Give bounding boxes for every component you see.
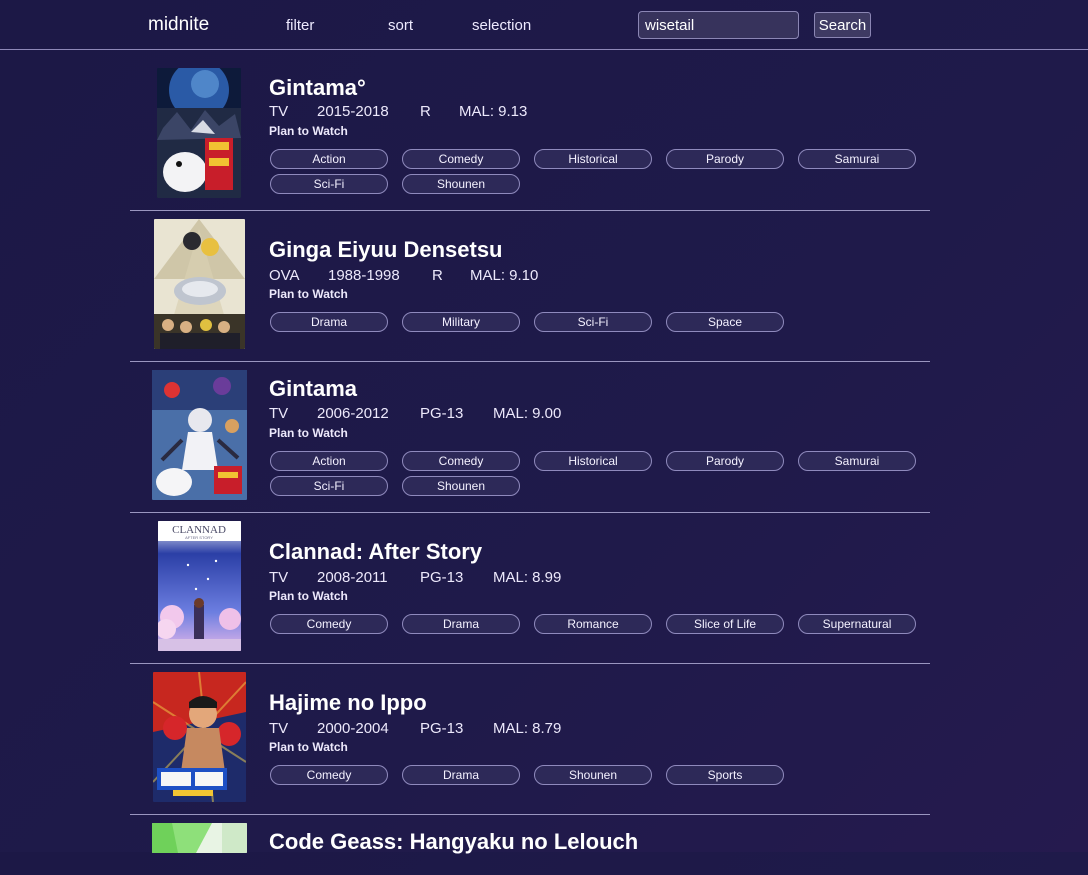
genre-tag[interactable]: Action (270, 149, 388, 169)
genre-tag[interactable]: Action (270, 451, 388, 471)
anime-mal-score: MAL: 8.79 (493, 720, 562, 737)
anime-type: TV (269, 405, 289, 422)
nav-filter[interactable]: filter (286, 17, 314, 34)
genre-tags: Action Comedy Historical Parody Samurai … (270, 149, 930, 195)
watch-status: Plan to Watch (269, 740, 348, 754)
anime-title[interactable]: Clannad: After Story (269, 539, 482, 565)
anime-rating: PG-13 (420, 405, 464, 422)
list-item[interactable]: Gintama° TV 2015-2018 R MAL: 9.13 Plan t… (130, 51, 930, 211)
search-button[interactable]: Search (814, 12, 871, 38)
genre-tag[interactable]: Samurai (798, 149, 916, 169)
poster-image[interactable] (154, 219, 245, 349)
anime-years: 1988-1998 (328, 267, 400, 284)
poster-image[interactable] (157, 68, 241, 198)
list-item[interactable]: Hajime no Ippo TV 2000-2004 PG-13 MAL: 8… (130, 664, 930, 815)
genre-tag[interactable]: Drama (270, 312, 388, 332)
anime-mal-score: MAL: 9.00 (493, 405, 562, 422)
genre-tag[interactable]: Parody (666, 451, 784, 471)
anime-type: TV (269, 720, 289, 737)
genre-tag[interactable]: Historical (534, 451, 652, 471)
anime-type: OVA (269, 267, 300, 284)
anime-mal-score: MAL: 9.13 (459, 103, 528, 120)
genre-tags: Drama Military Sci-Fi Space (270, 312, 930, 333)
genre-tag[interactable]: Parody (666, 149, 784, 169)
anime-meta: TV 2008-2011 PG-13 MAL: 8.99 (269, 569, 669, 589)
anime-mal-score: MAL: 9.10 (470, 267, 539, 284)
genre-tag[interactable]: Sci-Fi (270, 174, 388, 194)
anime-years: 2008-2011 (317, 569, 388, 586)
anime-list: Gintama° TV 2015-2018 R MAL: 9.13 Plan t… (130, 51, 930, 875)
genre-tag[interactable]: Shounen (534, 765, 652, 785)
watch-status: Plan to Watch (269, 589, 348, 603)
genre-tag[interactable]: Samurai (798, 451, 916, 471)
nav-selection[interactable]: selection (472, 17, 531, 34)
genre-tag[interactable]: Comedy (402, 149, 520, 169)
top-nav-bar: midnite filter sort selection Search (0, 0, 1088, 50)
anime-title[interactable]: Ginga Eiyuu Densetsu (269, 237, 503, 263)
genre-tags: Action Comedy Historical Parody Samurai … (270, 451, 930, 497)
anime-meta: TV 2015-2018 R MAL: 9.13 (269, 103, 669, 123)
watch-status: Plan to Watch (269, 287, 348, 301)
anime-title[interactable]: Hajime no Ippo (269, 690, 427, 716)
anime-years: 2015-2018 (317, 103, 389, 120)
brand-logo[interactable]: midnite (148, 14, 209, 36)
genre-tag[interactable]: Supernatural (798, 614, 916, 634)
genre-tag[interactable]: Drama (402, 765, 520, 785)
genre-tag[interactable]: Sci-Fi (270, 476, 388, 496)
anime-rating: R (420, 103, 431, 120)
genre-tag[interactable]: Comedy (270, 765, 388, 785)
genre-tags: Comedy Drama Shounen Sports (270, 765, 930, 786)
anime-mal-score: MAL: 8.99 (493, 569, 562, 586)
genre-tag[interactable]: Space (666, 312, 784, 332)
genre-tag[interactable]: Military (402, 312, 520, 332)
genre-tag[interactable]: Shounen (402, 476, 520, 496)
list-item[interactable]: Gintama TV 2006-2012 PG-13 MAL: 9.00 Pla… (130, 362, 930, 513)
genre-tag[interactable]: Romance (534, 614, 652, 634)
anime-rating: R (432, 267, 443, 284)
genre-tag[interactable]: Comedy (402, 451, 520, 471)
watch-status: Plan to Watch (269, 426, 348, 440)
poster-image[interactable]: CLANNAD AFTER STORY (158, 521, 241, 651)
genre-tag[interactable]: Slice of Life (666, 614, 784, 634)
poster-image[interactable] (152, 370, 247, 500)
poster-image[interactable] (153, 672, 246, 802)
anime-title[interactable]: Code Geass: Hangyaku no Lelouch (269, 829, 638, 855)
genre-tags: Comedy Drama Romance Slice of Life Super… (270, 614, 930, 635)
anime-title[interactable]: Gintama° (269, 75, 366, 101)
genre-tag[interactable]: Shounen (402, 174, 520, 194)
anime-years: 2006-2012 (317, 405, 389, 422)
list-item[interactable]: Ginga Eiyuu Densetsu OVA 1988-1998 R MAL… (130, 211, 930, 362)
genre-tag[interactable]: Historical (534, 149, 652, 169)
list-item[interactable]: Code Geass: Hangyaku no Lelouch (130, 815, 930, 875)
anime-rating: PG-13 (420, 569, 464, 586)
anime-meta: TV 2006-2012 PG-13 MAL: 9.00 (269, 405, 669, 425)
anime-type: TV (269, 103, 289, 120)
anime-rating: PG-13 (420, 720, 464, 737)
genre-tag[interactable]: Drama (402, 614, 520, 634)
anime-years: 2000-2004 (317, 720, 389, 737)
nav-sort[interactable]: sort (388, 17, 413, 34)
genre-tag[interactable]: Sports (666, 765, 784, 785)
poster-subtitle-text: AFTER STORY (185, 535, 213, 540)
poster-image[interactable] (152, 823, 247, 853)
list-item[interactable]: CLANNAD AFTER STORY Clannad: After Story… (130, 513, 930, 664)
genre-tag[interactable]: Comedy (270, 614, 388, 634)
search-input[interactable] (638, 11, 799, 39)
genre-tag[interactable]: Sci-Fi (534, 312, 652, 332)
anime-meta: TV 2000-2004 PG-13 MAL: 8.79 (269, 720, 669, 740)
anime-meta: OVA 1988-1998 R MAL: 9.10 (269, 267, 669, 287)
anime-type: TV (269, 569, 289, 586)
watch-status: Plan to Watch (269, 124, 348, 138)
anime-title[interactable]: Gintama (269, 376, 357, 402)
